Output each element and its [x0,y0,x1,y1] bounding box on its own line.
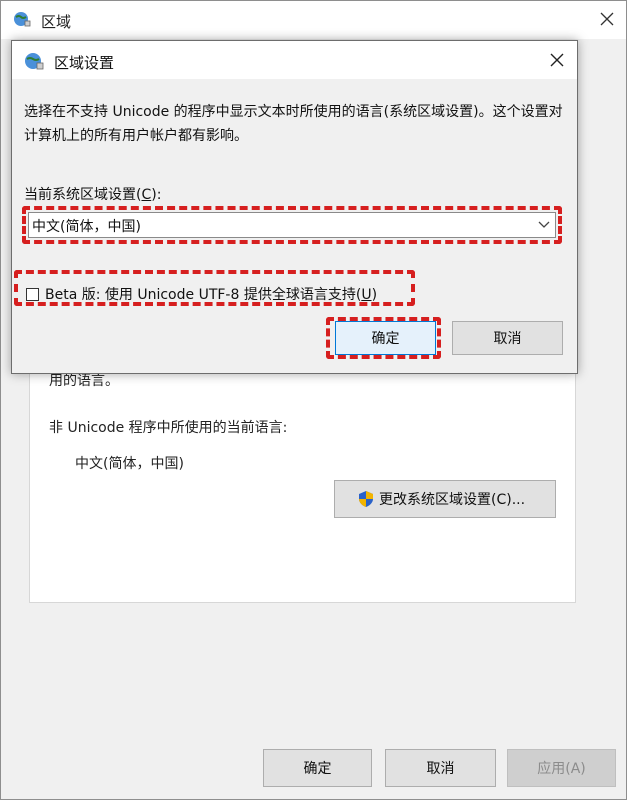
current-language-value: 中文(简体，中国) [75,456,184,472]
change-system-locale-button[interactable]: 更改系统区域设置(C)... [334,480,556,518]
current-language-label: 非 Unicode 程序中所使用的当前语言: [49,420,288,436]
dialog-title: 区域设置 [54,54,115,72]
uac-shield-icon [359,491,373,507]
dialog-cancel-button[interactable]: 取消 [452,321,563,355]
highlight-locale-dropdown [22,206,562,244]
outer-ok-button[interactable]: 确定 [263,749,372,787]
region-window-titlebar: 区域 [1,1,626,39]
globe-icon [25,53,44,70]
outer-cancel-button[interactable]: 取消 [385,749,496,787]
dialog-description: 选择在不支持 Unicode 的程序中显示文本时所使用的语言(系统区域设置)。这… [24,104,563,144]
highlight-beta-checkbox [14,270,415,306]
apply-button[interactable]: 应用(A) [507,749,616,787]
locale-label: 当前系统区域设置(C): [24,187,162,203]
close-icon[interactable] [547,50,567,70]
dialog-titlebar: 区域设置 [12,41,577,79]
globe-icon [14,12,31,27]
change-system-locale-label: 更改系统区域设置(C)... [379,492,526,508]
region-window-title: 区域 [41,13,72,31]
close-icon[interactable] [597,9,617,29]
highlight-ok-button [326,317,441,359]
